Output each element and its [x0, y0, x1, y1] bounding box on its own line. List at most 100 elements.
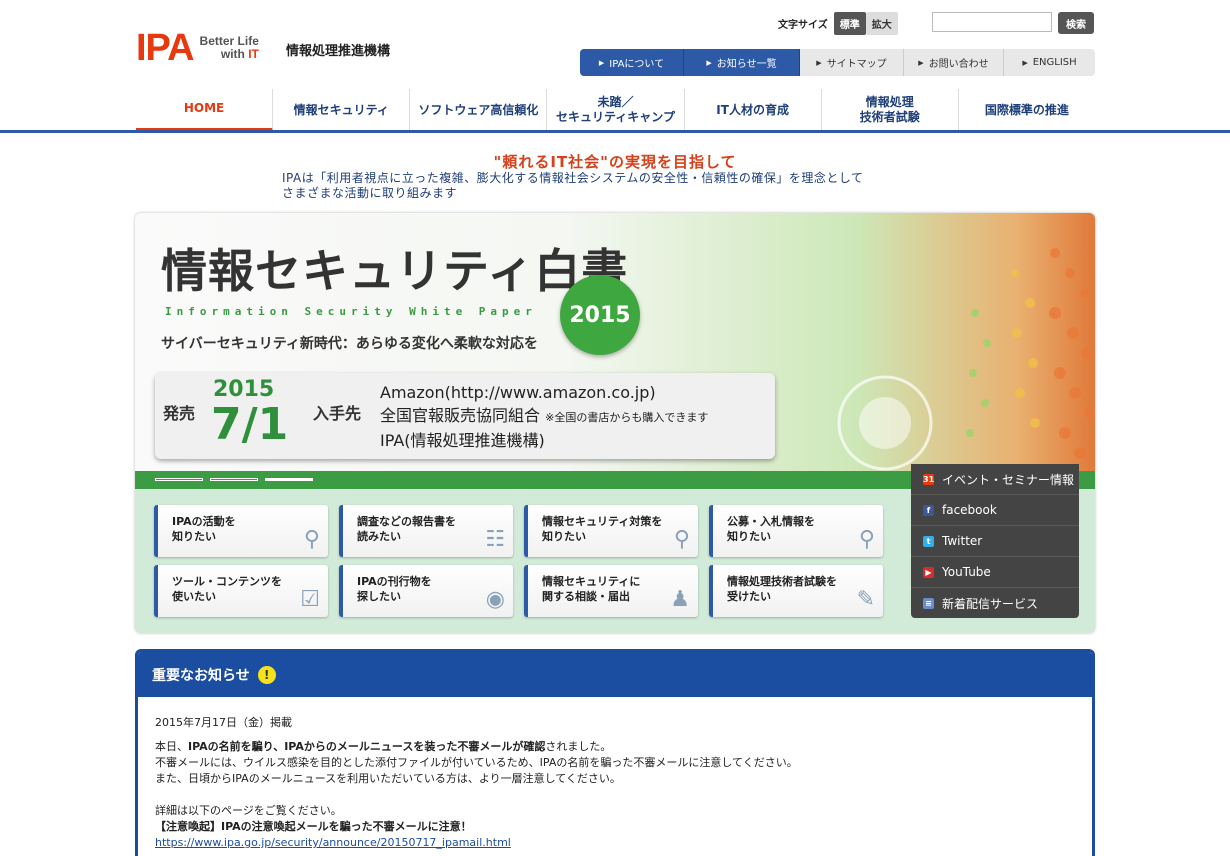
notice-date: 2015年7月17日（金）掲載: [155, 716, 292, 729]
shortcut-line1: IPAの刊行物を: [357, 575, 432, 588]
util-english[interactable]: ▶ ENGLISH: [1004, 49, 1095, 76]
banner-info-box: 発売 2015 7/1 入手先 Amazon(http://www.amazon…: [155, 373, 775, 459]
banner-source-3: IPA(情報処理推進機構): [380, 431, 545, 450]
pencil-icon: ✎: [856, 587, 875, 612]
notice-line1-pre: 本日、: [155, 740, 188, 753]
font-size-normal-button[interactable]: 標準: [833, 12, 866, 35]
shortcut-tools[interactable]: ツール・コンテンツを 使いたい ☑: [154, 565, 328, 617]
banner-source-2: 全国官報販売協同組合: [380, 406, 541, 425]
banner-decoration: [837, 248, 1095, 471]
util-about-ipa[interactable]: ▶ IPAについて: [580, 49, 684, 76]
shortcut-ipa-activities[interactable]: IPAの活動を 知りたい ⚲: [154, 505, 328, 557]
search-input[interactable]: [932, 12, 1052, 32]
social-facebook[interactable]: f facebook: [911, 495, 1079, 526]
gnav-label-line1: 情報処理: [865, 95, 914, 109]
person-icon: ♟: [670, 587, 690, 612]
social-label: イベント・セミナー情報: [942, 472, 1075, 487]
banner-tagline: サイバーセキュリティ新時代：あらゆる変化へ柔軟な対応を: [161, 336, 538, 352]
search-icon: ⚲: [858, 527, 875, 552]
shortcut-publications[interactable]: IPAの刊行物を 探したい ◉: [339, 565, 513, 617]
ipa-logo[interactable]: IPA Better Life with IT: [136, 28, 259, 68]
social-youtube[interactable]: ▶ YouTube: [911, 557, 1079, 588]
shortcut-line1: 情報処理技術者試験を: [727, 575, 837, 588]
shortcut-security-measures[interactable]: 情報セキュリティ対策を 知りたい ⚲: [524, 505, 698, 557]
util-label: サイトマップ: [826, 59, 887, 70]
shortcut-consultation[interactable]: 情報セキュリティに 関する相談・届出 ♟: [524, 565, 698, 617]
book-icon: ☷: [485, 527, 505, 552]
motto-body: IPAは「利用者視点に立った複雑、膨大化する情報社会システムの安全性・信頼性の確…: [282, 171, 982, 201]
util-sitemap[interactable]: ▶ サイトマップ: [800, 49, 904, 76]
notice-line5: 【注意喚起】IPAの注意喚起メールを騙った不審メールに注意！: [155, 820, 472, 833]
notice-body: 2015年7月17日（金）掲載 本日、IPAの名前を騙り、IPAからのメールニュ…: [138, 697, 1092, 851]
triangle-right-icon: ▶: [598, 58, 605, 67]
gnav-label: IT人材の育成: [716, 102, 789, 117]
notice-link[interactable]: https://www.ipa.go.jp/security/announce/…: [155, 836, 511, 849]
slide-dot-3[interactable]: [265, 478, 313, 481]
social-label: YouTube: [942, 565, 991, 579]
gnav-mitou-security-camp[interactable]: 未踏／ セキュリティキャンプ: [547, 89, 685, 131]
gnav-standards[interactable]: 国際標準の推進: [959, 89, 1095, 131]
social-label: 新着配信サービス: [942, 597, 1039, 611]
social-label: facebook: [942, 503, 997, 517]
banner-subtitle: Information Security White Paper: [165, 305, 537, 318]
util-news-list[interactable]: ▶ お知らせ一覧: [684, 49, 800, 76]
shortcut-line2: 受けたい: [727, 590, 771, 603]
notice-line3: また、日頃からIPAのメールニュースを利用いただいている方は、より一層注意してく…: [155, 772, 621, 785]
utility-nav: ▶ IPAについて ▶ お知らせ一覧 ▶ サイトマップ ▶ お問い合わせ ▶ ENGLIS…: [580, 49, 1095, 76]
shortcut-line1: ツール・コンテンツを: [172, 575, 282, 588]
font-size-switcher: 文字サイズ 標準 拡大: [778, 12, 898, 35]
shortcut-line2: 関する相談・届出: [542, 590, 630, 603]
shortcut-line2: 知りたい: [172, 530, 216, 543]
social-feed[interactable]: ≡ 新着配信サービス: [911, 588, 1079, 619]
triangle-right-icon: ▶: [918, 58, 924, 67]
gnav-exam[interactable]: 情報処理 技術者試験: [822, 89, 959, 131]
shortcut-line2: 使いたい: [172, 590, 216, 603]
banner-title: 情報セキュリティ白書: [161, 244, 629, 298]
logo-tagline-line1: Better Life: [199, 34, 259, 48]
search-icon: ⚲: [303, 527, 320, 552]
gnav-label: 情報処理 技術者試験: [860, 95, 920, 125]
motto-line2: さまざまな活動に取り組みます: [282, 186, 458, 200]
triangle-right-icon: ▶: [816, 58, 822, 67]
slide-dot-1[interactable]: [155, 478, 203, 481]
shortcut-procurement[interactable]: 公募・入札情報を 知りたい ⚲: [709, 505, 883, 557]
gnav-label: 国際標準の推進: [984, 102, 1069, 117]
page: IPA Better Life with IT 情報処理推進機構 文字サイズ 標…: [0, 0, 1230, 856]
banner-slide[interactable]: 情報セキュリティ白書 Information Security White Pa…: [135, 213, 1095, 471]
social-twitter[interactable]: t Twitter: [911, 526, 1079, 557]
triangle-right-icon: ▶: [1022, 58, 1028, 67]
shortcut-exam[interactable]: 情報処理技術者試験を 受けたい ✎: [709, 565, 883, 617]
motto-title: "頼れるIT社会"の実現を目指して: [493, 153, 737, 171]
important-notice: 重要なお知らせ ! 2015年7月17日（金）掲載 本日、IPAの名前を騙り、I…: [135, 649, 1095, 856]
exclamation-icon: !: [257, 665, 276, 684]
font-size-large-button[interactable]: 拡大: [865, 12, 898, 35]
gnav-label-line2: セキュリティキャンプ: [556, 110, 675, 124]
notice-line1: 本日、IPAの名前を騙り、IPAからのメールニュースを装った不審メールが確認され…: [155, 739, 1092, 755]
gnav-home[interactable]: HOME: [136, 89, 274, 131]
triangle-right-icon: ▶: [706, 58, 712, 67]
banner-sale-date: 7/1: [211, 399, 289, 450]
gnav-software-reliability[interactable]: ソフトウェア高信頼化: [410, 89, 548, 131]
shortcut-reports[interactable]: 調査などの報告書を 読みたい ☷: [339, 505, 513, 557]
gnav-security[interactable]: 情報セキュリティ: [273, 89, 411, 131]
gnav-label: 情報セキュリティ: [293, 102, 389, 117]
notice-line1-post: されました。: [545, 740, 612, 753]
util-contact[interactable]: ▶ お問い合わせ: [904, 49, 1004, 76]
social-label: Twitter: [942, 534, 983, 548]
eye-icon: ◉: [485, 587, 505, 612]
gnav-label-line2: 技術者試験: [859, 110, 920, 124]
gnav-label: HOME: [183, 101, 225, 115]
nav-divider: [0, 130, 1230, 133]
search-button[interactable]: 検索: [1058, 12, 1094, 34]
social-events[interactable]: 31 イベント・セミナー情報: [911, 464, 1079, 495]
banner-source-1: Amazon(http://www.amazon.co.jp): [380, 383, 656, 402]
notice-line2: 不審メールには、ウイルス感染を目的とした添付ファイルが付いているため、IPAの名…: [155, 756, 798, 769]
slide-dot-2[interactable]: [210, 478, 258, 481]
check-icon: ☑: [300, 587, 320, 612]
search-box: 検索: [932, 12, 1094, 34]
banner-year-badge: 2015: [560, 275, 640, 355]
shortcut-line2: 読みたい: [357, 530, 401, 543]
logo-tagline: Better Life with IT: [200, 35, 259, 61]
shortcut-line1: 公募・入札情報を: [727, 515, 815, 528]
gnav-it-talent[interactable]: IT人材の育成: [685, 89, 822, 131]
